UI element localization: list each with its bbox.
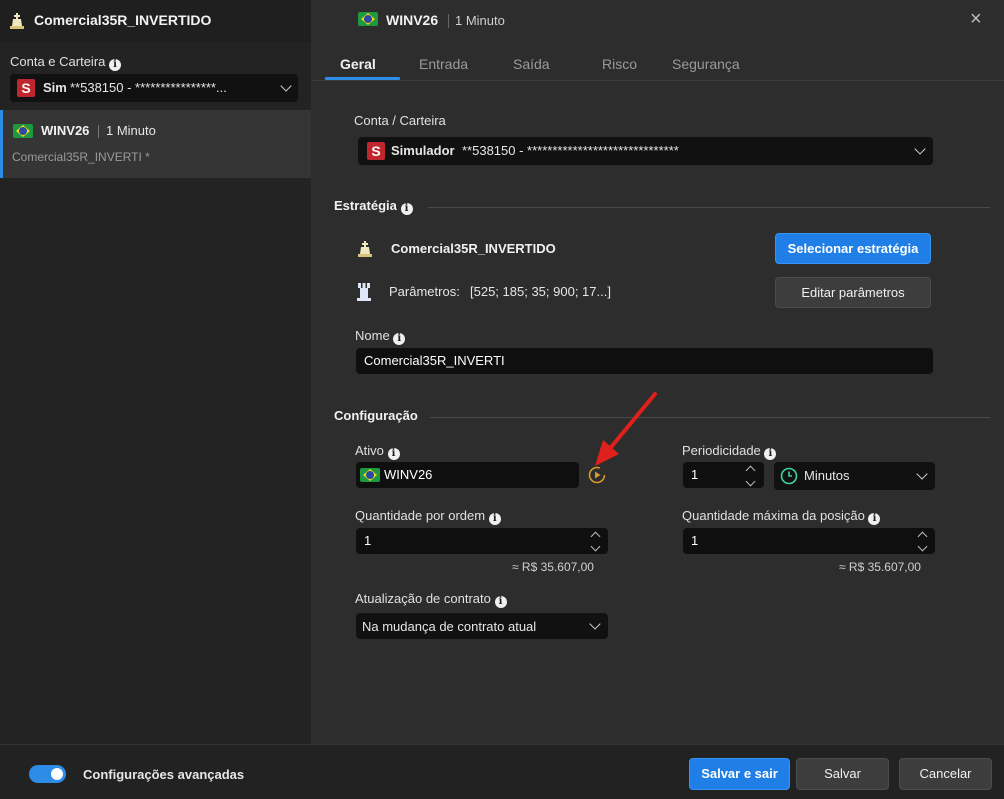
qtd-ordem-label-text: Quantidade por ordem xyxy=(355,508,486,523)
chevron-down-icon xyxy=(589,618,601,630)
tab-geral[interactable]: Geral xyxy=(340,56,376,72)
edit-params-button[interactable]: Editar parâmetros xyxy=(775,277,931,308)
brazil-flag-icon xyxy=(13,124,33,138)
strategy-list-item[interactable] xyxy=(0,110,311,178)
estrategia-section-title: Estratégia i xyxy=(334,198,413,215)
qtd-max-approx: ≈ R$ 35.607,00 xyxy=(839,560,921,574)
info-icon[interactable]: i xyxy=(109,59,122,71)
qtd-ordem-approx: ≈ R$ 35.607,00 xyxy=(512,560,594,574)
item-symbol: WINV26 xyxy=(41,123,90,138)
info-icon[interactable]: i xyxy=(764,448,777,460)
tab-seguranca[interactable]: Segurança xyxy=(672,56,740,72)
info-icon[interactable]: i xyxy=(868,513,881,525)
conta-dropdown[interactable]: S Simulador **538150 - *****************… xyxy=(358,137,933,165)
configuracao-section-title: Configuração xyxy=(334,408,418,423)
header-separator xyxy=(448,14,449,28)
header-period: 1 Minuto xyxy=(455,13,505,28)
close-icon[interactable]: × xyxy=(970,8,982,31)
params-label: Parâmetros: xyxy=(389,284,460,299)
clock-icon xyxy=(780,467,798,485)
ativo-value: WINV26 xyxy=(384,467,433,482)
nome-label: Nome i xyxy=(355,328,406,345)
info-icon[interactable]: i xyxy=(494,596,507,608)
tab-saida[interactable]: Saída xyxy=(513,56,550,72)
info-icon[interactable]: i xyxy=(400,203,413,215)
atualizacao-label: Atualização de contrato i xyxy=(355,591,507,608)
select-strategy-button[interactable]: Selecionar estratégia xyxy=(775,233,931,264)
chess-king-icon xyxy=(358,241,372,257)
account-masked: **538150 - ****************... xyxy=(70,80,227,95)
ativo-label-text: Ativo xyxy=(355,443,384,458)
chess-king-icon xyxy=(10,13,24,29)
chevron-down-icon xyxy=(914,143,926,155)
simulator-badge: S xyxy=(367,142,385,160)
save-button[interactable]: Salvar xyxy=(796,758,889,790)
nome-label-text: Nome xyxy=(355,328,390,343)
conta-name: Simulador xyxy=(391,143,455,158)
conta-masked: **538150 - *****************************… xyxy=(462,143,679,158)
tab-risco[interactable]: Risco xyxy=(602,56,637,72)
qtd-ordem-label: Quantidade por ordem i xyxy=(355,508,501,525)
item-subtitle: Comercial35R_INVERTI * xyxy=(12,150,150,164)
annotation-arrow-icon xyxy=(595,392,657,466)
chevron-down-icon xyxy=(280,80,292,92)
qtd-ordem-input[interactable]: 1 xyxy=(356,528,608,554)
toggle-knob xyxy=(51,768,63,780)
qtd-ordem-value: 1 xyxy=(364,533,372,548)
section-divider xyxy=(430,417,990,418)
strategy-name: Comercial35R_INVERTIDO xyxy=(391,241,556,256)
chess-rook-icon xyxy=(357,283,371,301)
periodicidade-label: Periodicidade i xyxy=(682,443,777,460)
section-divider xyxy=(428,207,990,208)
info-icon[interactable]: i xyxy=(488,513,501,525)
item-separator xyxy=(98,125,99,138)
atualizacao-label-text: Atualização de contrato xyxy=(355,591,491,606)
account-dropdown[interactable]: S Sim **538150 - ****************... xyxy=(10,74,298,102)
advanced-settings-label: Configurações avançadas xyxy=(83,767,245,782)
atualizacao-value: Na mudança de contrato atual xyxy=(362,619,537,634)
periodicidade-label-text: Periodicidade xyxy=(682,443,761,458)
header-symbol: WINV26 xyxy=(386,12,439,28)
periodicidade-unit: Minutos xyxy=(804,468,850,483)
brazil-flag-icon xyxy=(360,468,380,482)
conta-carteira-text: Conta e Carteira xyxy=(10,54,106,69)
qtd-max-label-text: Quantidade máxima da posição xyxy=(682,508,865,523)
params-value: [525; 185; 35; 900; 17...] xyxy=(470,284,611,299)
qtd-max-label: Quantidade máxima da posição i xyxy=(682,508,881,525)
active-tab-indicator xyxy=(325,77,400,80)
periodicidade-value: 1 xyxy=(691,467,699,482)
conta-carteira-label: Conta e Carteira i xyxy=(10,54,122,71)
tabs-divider xyxy=(311,80,1004,81)
save-exit-button[interactable]: Salvar e sair xyxy=(689,758,790,790)
strategy-title: Comercial35R_INVERTIDO xyxy=(34,12,212,28)
ativo-label: Ativo i xyxy=(355,443,400,460)
info-icon[interactable]: i xyxy=(387,448,400,460)
atualizacao-dropdown[interactable]: Na mudança de contrato atual xyxy=(356,613,608,639)
conta-label: Conta / Carteira xyxy=(354,113,446,128)
ativo-input[interactable]: WINV26 xyxy=(356,462,579,488)
simulator-badge: S xyxy=(17,79,35,97)
estrategia-title-text: Estratégia xyxy=(334,198,397,213)
item-period: 1 Minuto xyxy=(106,123,156,138)
qtd-max-input[interactable]: 1 xyxy=(683,528,935,554)
info-icon[interactable]: i xyxy=(393,333,406,345)
brazil-flag-icon xyxy=(358,12,378,26)
tab-entrada[interactable]: Entrada xyxy=(419,56,468,72)
qtd-max-value: 1 xyxy=(691,533,699,548)
nome-input[interactable]: Comercial35R_INVERTI xyxy=(356,348,933,374)
account-name: Sim xyxy=(43,80,67,95)
chevron-down-icon xyxy=(916,468,928,480)
cancel-button[interactable]: Cancelar xyxy=(899,758,992,790)
periodicidade-unit-dropdown[interactable]: Minutos xyxy=(774,462,935,490)
